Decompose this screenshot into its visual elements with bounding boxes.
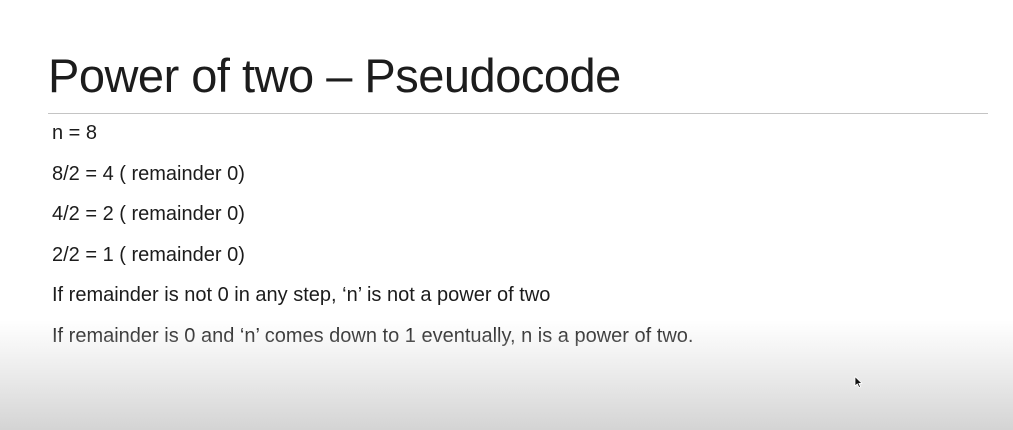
slide: Power of two – Pseudocode n = 8 8/2 = 4 …	[0, 0, 1013, 430]
body-line-step-3: 2/2 = 1 ( remainder 0)	[52, 243, 245, 266]
body-line-rule-not-power: If remainder is not 0 in any step, ‘n’ i…	[52, 284, 551, 307]
slide-body: n = 8 8/2 = 4 ( remainder 0) 4/2 = 2 ( r…	[52, 120, 693, 364]
body-line-n-value: n = 8	[52, 122, 98, 144]
body-line-step-2: 4/2 = 2 ( remainder 0)	[52, 203, 245, 226]
body-line-rule-power: If remainder is 0 and ‘n’ comes down to …	[52, 324, 694, 347]
slide-title: Power of two – Pseudocode	[48, 49, 621, 102]
body-line-step-1: 8/2 = 4 ( remainder 0)	[52, 162, 245, 185]
title-divider	[48, 113, 988, 114]
mouse-pointer-icon	[854, 376, 863, 388]
